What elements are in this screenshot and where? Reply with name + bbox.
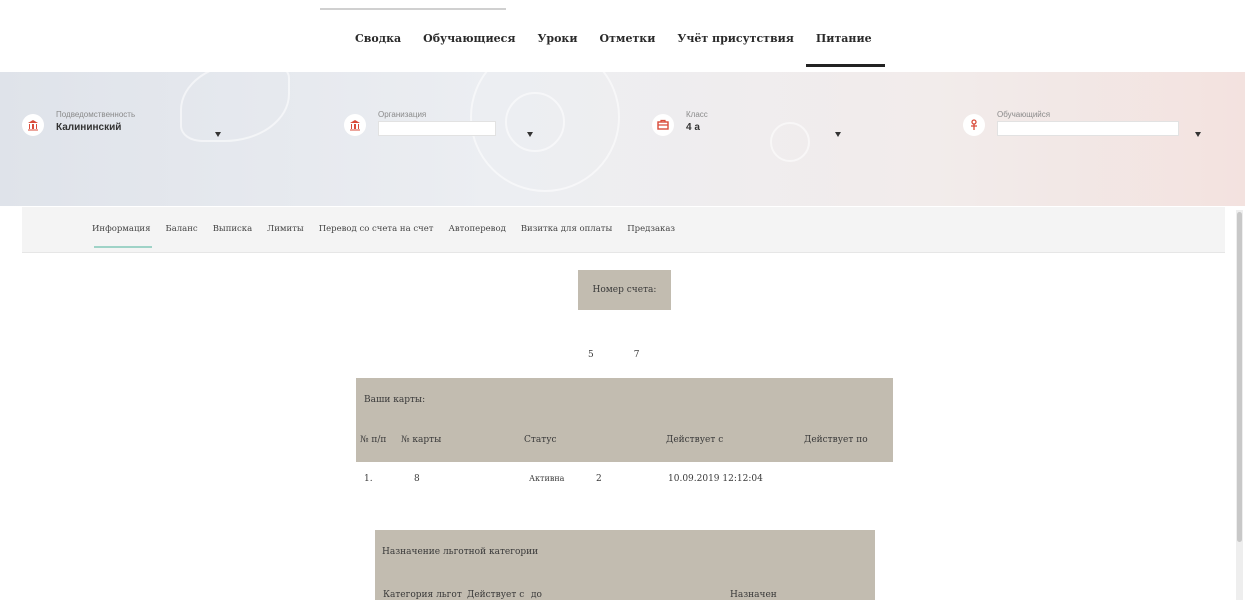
top-navigation: Сводка Обучающиеся Уроки Отметки Учёт пр… [0,0,1245,72]
chevron-down-icon[interactable] [1195,132,1201,137]
account-number-part: 7 [633,350,640,360]
building-icon [22,114,44,136]
subtab-transfer[interactable]: Перевод со счета на счет [319,224,434,234]
organization-label: Организация [378,110,427,119]
subtab-limits[interactable]: Лимиты [267,224,304,234]
tab-attendance[interactable]: Учёт присутствия [677,32,807,45]
subordination-value: Калининский [56,122,122,133]
subtab-preorder[interactable]: Предзаказ [627,224,675,234]
benefit-category-table: Назначение льготной категории Категория … [375,530,875,600]
tab-nutrition[interactable]: Питание [805,32,885,67]
chevron-down-icon[interactable] [215,132,221,137]
scrollbar-thumb[interactable] [1237,212,1242,542]
column-header: № п/п [360,435,387,445]
chevron-down-icon[interactable] [527,132,533,137]
column-header: Действует по [804,435,868,445]
subordination-label: Подведомственность [56,110,136,119]
student-label: Обучающийся [997,110,1051,119]
benefit-title: Назначение льготной категории [382,547,539,557]
column-header: Категория льгот [383,590,462,600]
tab-students[interactable]: Обучающиеся [423,32,528,45]
student-select[interactable] [997,121,1179,136]
organization-select[interactable] [378,121,496,136]
building-icon [344,114,366,136]
column-header: Действует с [467,590,525,600]
filter-band: Подведомственность Калининский Организац… [0,72,1245,206]
column-header: до [531,590,542,600]
sub-tabs: Информация Баланс Выписка Лимиты Перевод… [92,224,690,248]
account-number-values: 5 7 [588,350,639,360]
class-filter[interactable]: Класс 4 а [652,110,852,154]
tab-summary[interactable]: Сводка [355,32,414,45]
class-value: 4 а [686,122,700,133]
cell-status-extra: 2 [596,474,602,484]
tab-lessons[interactable]: Уроки [537,32,590,45]
class-label: Класс [686,110,708,119]
cards-table-header: Ваши карты: № п/п № карты Статус Действу… [356,378,893,462]
classroom-icon [652,114,674,136]
student-icon [963,114,985,136]
cell-card-number: 8 [414,474,420,484]
subtab-balance[interactable]: Баланс [165,224,197,234]
account-number-part: 5 [588,350,594,360]
organization-filter[interactable]: Организация [344,110,544,154]
account-number-label: Номер счета: [592,285,657,295]
top-indicator-bar [320,8,506,10]
cards-table: Ваши карты: № п/п № карты Статус Действу… [356,378,893,498]
column-header: Назначен [730,590,777,600]
column-header: № карты [401,435,442,445]
subtab-autotransfer[interactable]: Автоперевод [448,224,505,234]
column-header: Действует с [666,435,724,445]
subtab-payment-card[interactable]: Визитка для оплаты [521,224,612,234]
subtab-information[interactable]: Информация [92,224,153,248]
student-filter[interactable]: Обучающийся [963,110,1213,154]
tab-marks[interactable]: Отметки [600,32,669,45]
subtab-statement[interactable]: Выписка [213,224,252,234]
main-tabs: Сводка Обучающиеся Уроки Отметки Учёт пр… [355,32,894,67]
cell-status: Активна [529,474,565,483]
cell-valid-from: 10.09.2019 12:12:04 [668,474,763,484]
column-header: Статус [524,435,557,445]
chevron-down-icon[interactable] [835,132,841,137]
sub-navigation: Информация Баланс Выписка Лимиты Перевод… [22,207,1225,253]
cards-title: Ваши карты: [364,395,426,405]
subordination-filter[interactable]: Подведомственность Калининский [22,110,222,154]
cell-num: 1. [364,474,373,484]
table-row: 1. 8 Активна 2 10.09.2019 12:12:04 [356,462,893,498]
account-number-header: Номер счета: [578,270,671,310]
